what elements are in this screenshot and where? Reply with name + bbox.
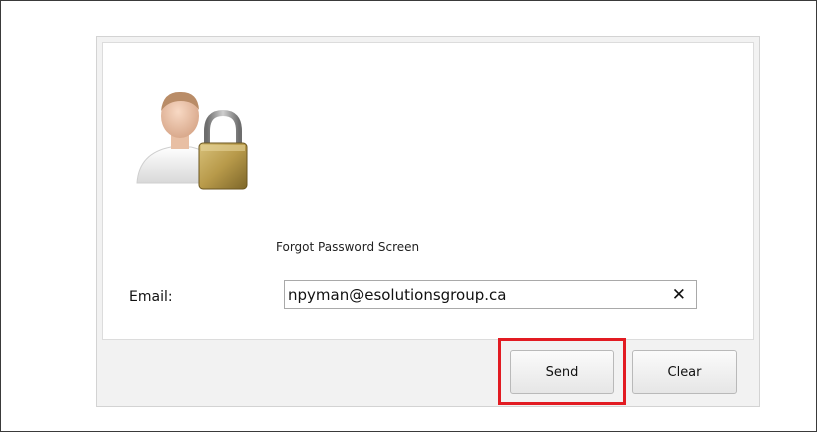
email-field[interactable]: ✕ [284,280,697,309]
screenshot-frame: Forgot Password Screen Email: ✕ Send Cle… [0,0,817,432]
forgot-password-dialog: Forgot Password Screen Email: ✕ Send Cle… [96,36,760,407]
dialog-body: Forgot Password Screen Email: ✕ [102,42,754,340]
email-input[interactable] [288,283,668,306]
clear-button[interactable]: Clear [632,350,737,394]
page-title: Forgot Password Screen [276,240,420,254]
close-icon[interactable]: ✕ [672,284,686,306]
email-label: Email: [129,289,173,305]
user-lock-icon [136,91,248,190]
send-button[interactable]: Send [510,350,614,394]
